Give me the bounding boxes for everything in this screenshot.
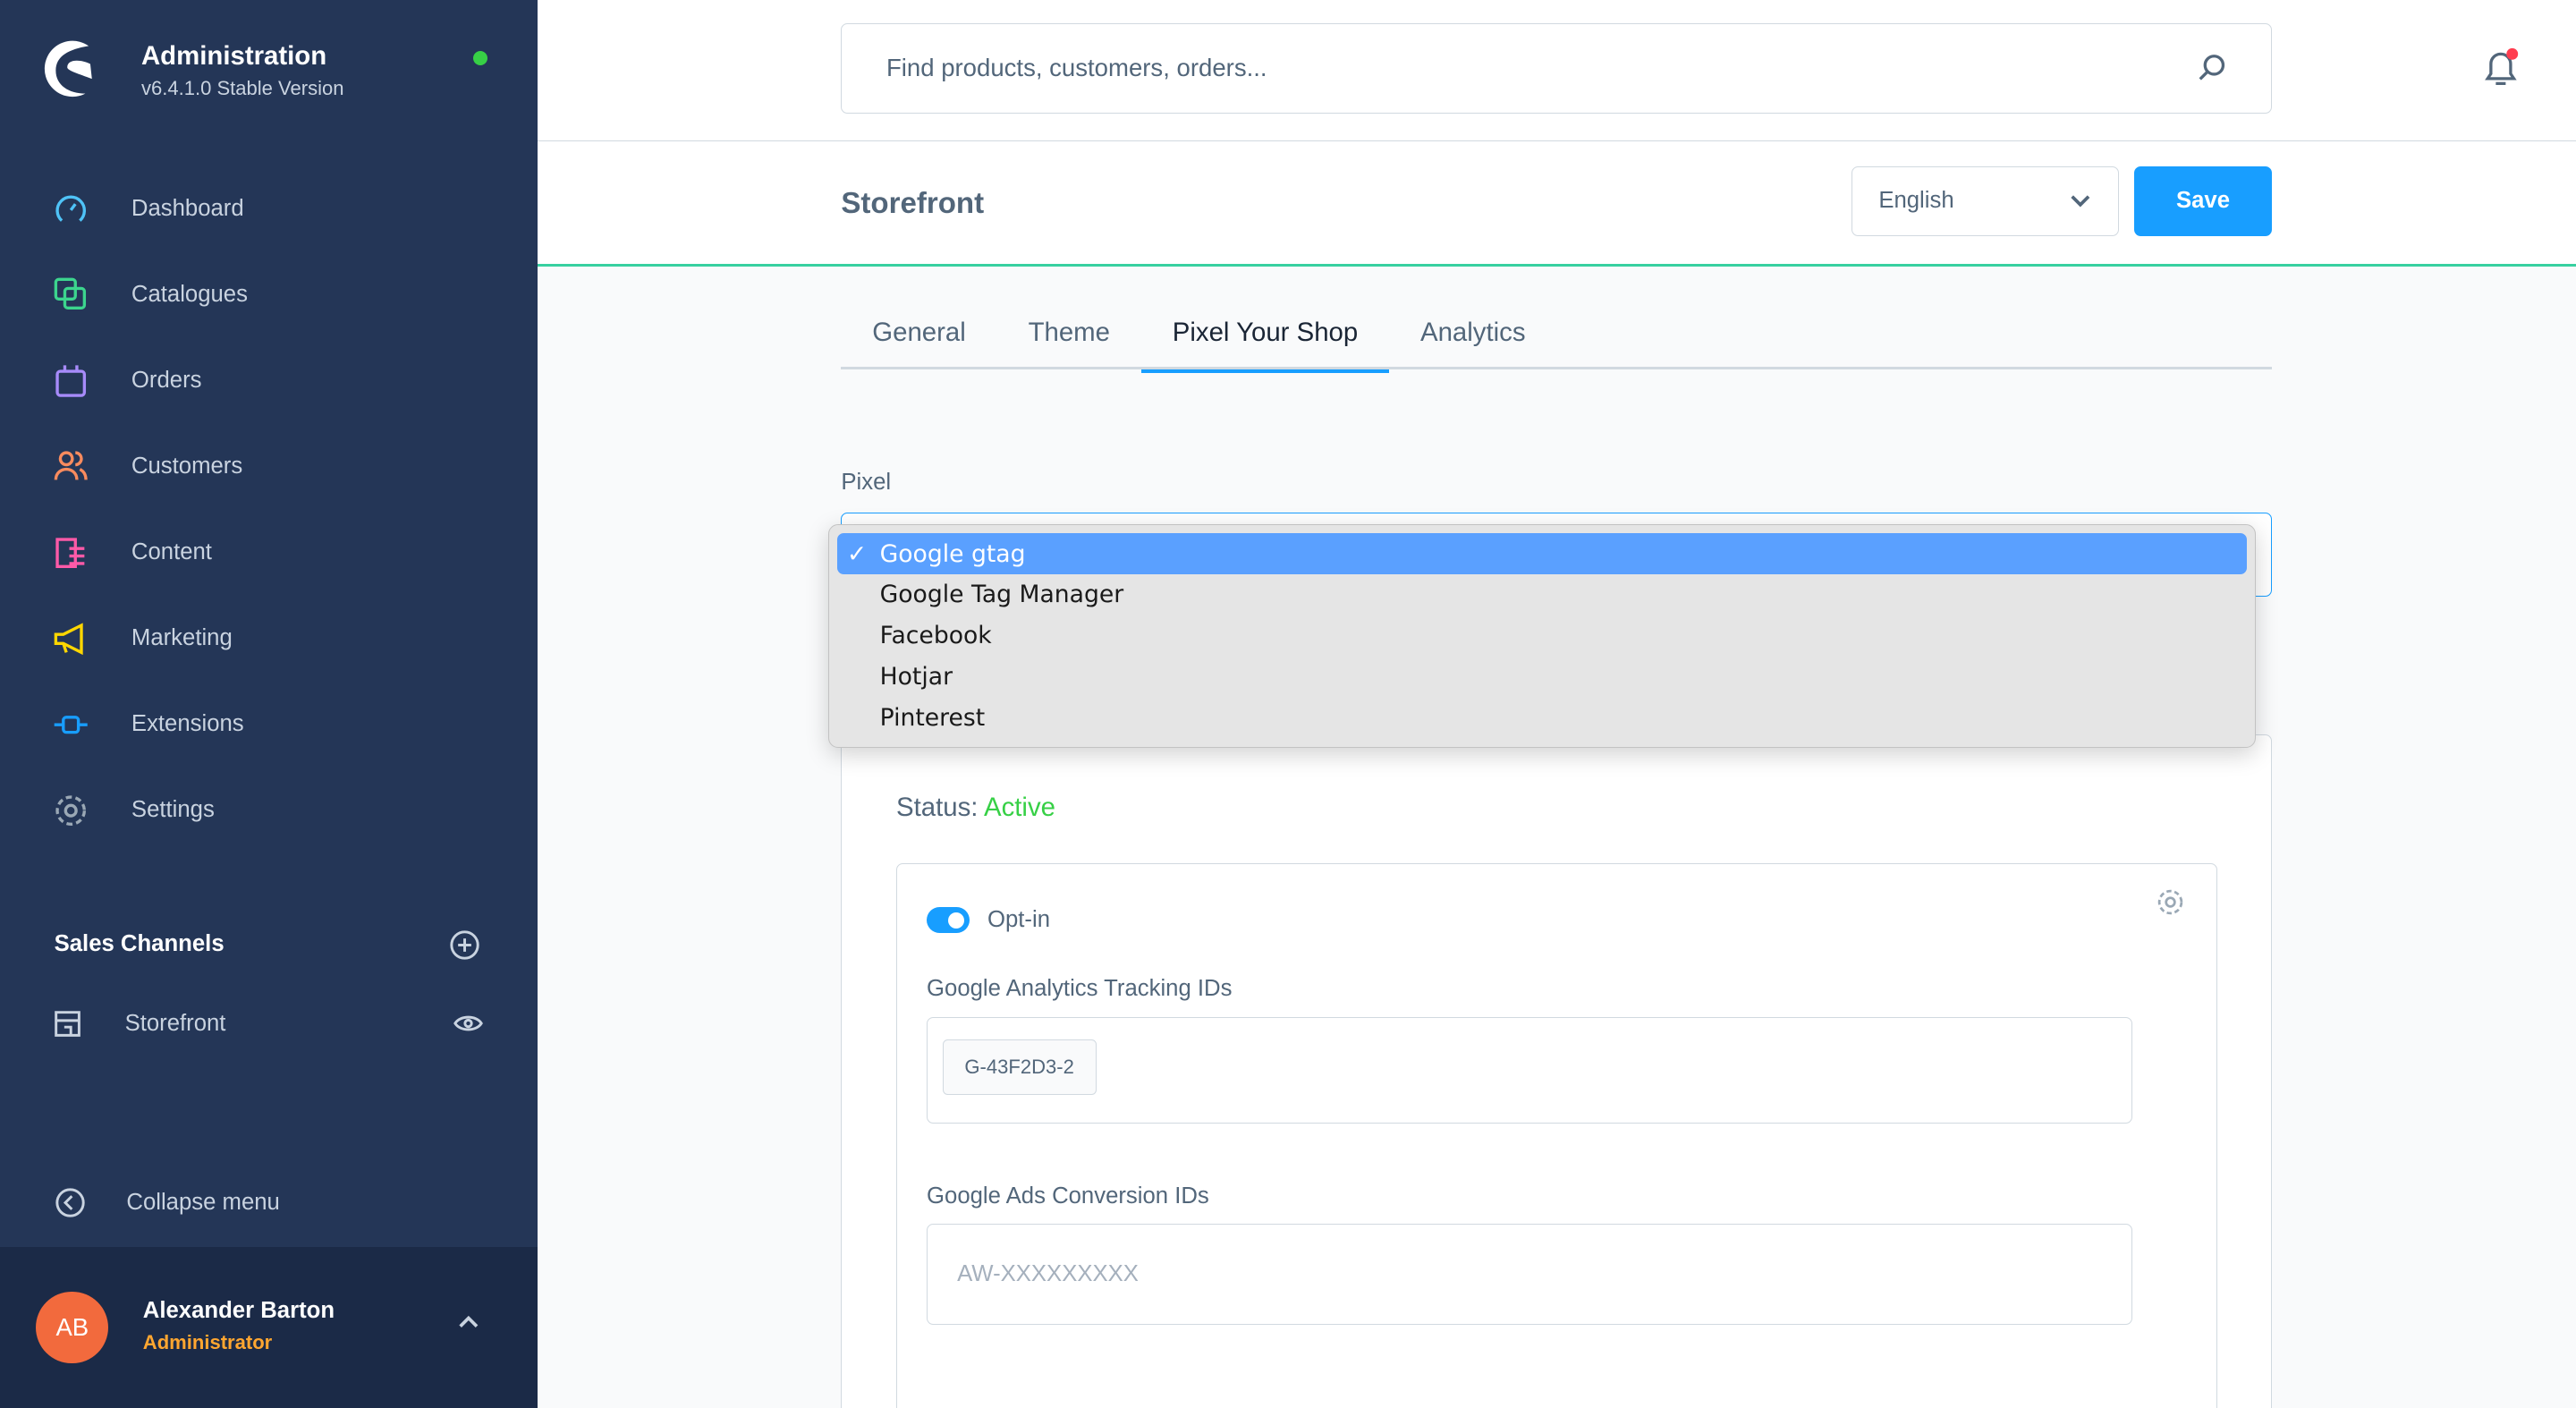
status-text: Status: Active: [896, 793, 1055, 823]
collapse-menu-button[interactable]: Collapse menu: [55, 1188, 280, 1217]
tabs: General Theme Pixel Your Shop Analytics: [841, 296, 2273, 373]
app-title: Administration: [140, 41, 327, 72]
pixel-label: Pixel: [841, 470, 892, 496]
collapse-menu-label: Collapse menu: [126, 1189, 280, 1215]
sidebar-item-label: Settings: [131, 797, 215, 823]
config-panel: Opt-in Google Analytics Tracking IDs G-4…: [895, 863, 2217, 1408]
status-badge: Active: [983, 793, 1055, 823]
extensions-icon: [54, 715, 88, 734]
check-icon: ✓: [846, 539, 868, 568]
sidebar-item-label: Marketing: [131, 625, 233, 651]
sidebar-item-label: Content: [131, 539, 212, 565]
catalogues-icon: [54, 278, 86, 310]
sidebar-item-label: Customers: [131, 454, 243, 479]
tracking-ids-label: Google Analytics Tracking IDs: [927, 976, 1233, 1002]
brand: Administration v6.4.1.0 Stable Version: [39, 39, 344, 102]
smart-bar: Storefront English Save: [537, 140, 2576, 267]
optin-toggle[interactable]: [927, 907, 970, 934]
pixel-dropdown-menu: ✓ Google gtag Google Tag Manager Facebook…: [827, 523, 2256, 748]
save-button[interactable]: Save: [2133, 165, 2273, 237]
sidebar-item-label: Dashboard: [131, 196, 244, 222]
chevron-up-icon[interactable]: [457, 1313, 480, 1329]
language-select[interactable]: English: [1851, 165, 2120, 237]
sidebar-item-label: Orders: [131, 368, 202, 394]
status-label: Status:: [895, 793, 979, 823]
pixel-option-pinterest[interactable]: Pinterest: [837, 698, 2247, 739]
sales-channel-storefront[interactable]: Storefront: [53, 1009, 483, 1039]
search-input[interactable]: Find products, customers, orders...: [841, 22, 2273, 114]
option-label: Google gtag: [879, 539, 1026, 568]
tracking-id-tag[interactable]: G-43F2D3-2: [942, 1039, 1097, 1096]
app-version: v6.4.1.0 Stable Version: [140, 76, 344, 99]
gear-icon[interactable]: [2156, 887, 2185, 917]
sidebar: Administration v6.4.1.0 Stable Version Da…: [0, 0, 538, 1408]
pixel-option-hotjar[interactable]: Hotjar: [837, 657, 2247, 698]
optin-label: Opt-in: [987, 907, 1050, 932]
content-icon: [55, 537, 85, 568]
sidebar-item-dashboard[interactable]: Dashboard: [53, 166, 248, 252]
main-nav: Dashboard Catalogues Orders Customers Co…: [53, 166, 248, 853]
sidebar-item-settings[interactable]: Settings: [53, 768, 248, 853]
tab-analytics[interactable]: Analytics: [1389, 296, 1556, 370]
orders-icon: [55, 365, 86, 398]
user-name: Alexander Barton: [142, 1297, 335, 1323]
chevron-left-circle-icon: [55, 1188, 86, 1217]
dashboard-icon: [55, 195, 86, 223]
status-dot: [472, 50, 488, 66]
eye-icon[interactable]: [453, 1014, 483, 1033]
page-title: Storefront: [841, 187, 985, 221]
sidebar-item-catalogues[interactable]: Catalogues: [53, 252, 248, 338]
pixel-option-google-gtag[interactable]: ✓ Google gtag: [836, 533, 2247, 574]
sidebar-item-label: Extensions: [131, 711, 244, 737]
top-bar: Find products, customers, orders...: [537, 0, 2576, 141]
add-sales-channel-icon[interactable]: [450, 929, 479, 960]
tab-general[interactable]: General: [841, 296, 996, 370]
pixel-option-google-tag-manager[interactable]: Google Tag Manager: [837, 574, 2247, 615]
marketing-icon: [54, 622, 83, 655]
search-icon[interactable]: [2198, 54, 2227, 83]
language-value: English: [1878, 188, 1954, 214]
sidebar-item-extensions[interactable]: Extensions: [53, 682, 248, 768]
sidebar-item-label: Catalogues: [131, 282, 248, 308]
sidebar-item-content[interactable]: Content: [53, 510, 248, 596]
ads-ids-input[interactable]: AW-XXXXXXXXX: [927, 1224, 2133, 1325]
user-role: Administrator: [142, 1330, 273, 1353]
sidebar-item-marketing[interactable]: Marketing: [53, 596, 248, 682]
tab-pixel-your-shop[interactable]: Pixel Your Shop: [1140, 296, 1389, 373]
settings-icon: [55, 795, 86, 826]
tab-theme[interactable]: Theme: [997, 296, 1141, 370]
tracking-ids-input[interactable]: G-43F2D3-2: [927, 1017, 2133, 1124]
user-menu[interactable]: AB Alexander Barton Administrator: [0, 1247, 538, 1408]
customers-icon: [54, 451, 88, 480]
storefront-icon: [54, 1010, 80, 1037]
sidebar-item-customers[interactable]: Customers: [53, 424, 248, 510]
sales-channels-title: Sales Channels: [54, 931, 225, 957]
pixel-settings-card: Status: Active Opt-in Google Analytics T…: [841, 734, 2273, 1408]
sidebar-item-orders[interactable]: Orders: [53, 338, 248, 424]
shopware-logo-icon: [44, 40, 92, 98]
search-placeholder: Find products, customers, orders...: [886, 54, 1267, 82]
ads-ids-label: Google Ads Conversion IDs: [927, 1183, 1209, 1209]
pixel-option-facebook[interactable]: Facebook: [837, 615, 2247, 657]
avatar: AB: [36, 1291, 109, 1364]
chevron-down-icon: [2071, 195, 2090, 208]
notification-bell-icon[interactable]: [2479, 47, 2522, 90]
sales-channel-label: Storefront: [124, 1010, 226, 1036]
